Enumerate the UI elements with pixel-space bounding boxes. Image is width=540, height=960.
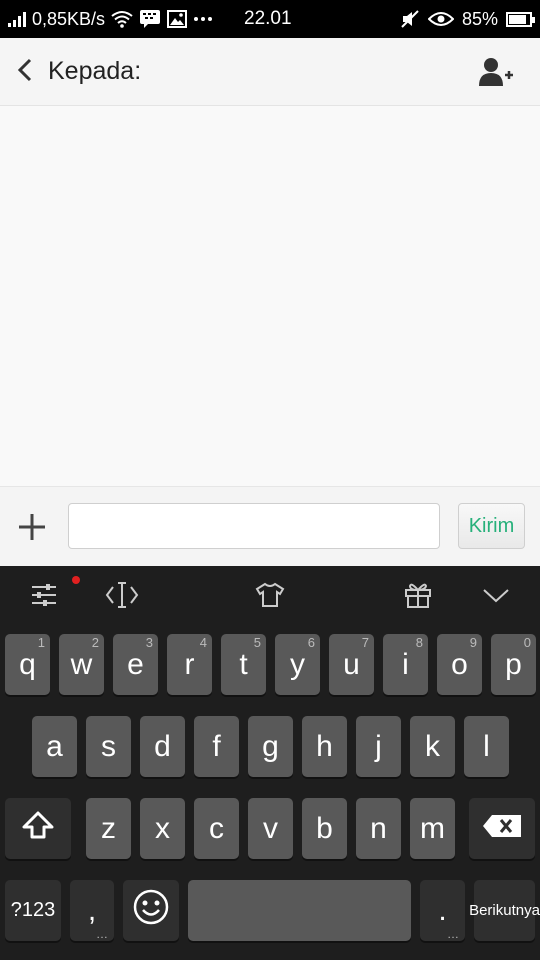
key-l[interactable]: l (464, 716, 509, 777)
recipient-label[interactable]: Kepada: (48, 57, 141, 86)
key-y[interactable]: y6 (275, 634, 320, 695)
key-j[interactable]: j (356, 716, 401, 777)
backspace-key[interactable] (469, 798, 535, 859)
send-button[interactable]: Kirim (458, 503, 525, 549)
key-o[interactable]: o9 (437, 634, 482, 695)
key-t[interactable]: t5 (221, 634, 266, 695)
key-s[interactable]: s (86, 716, 131, 777)
notification-dot (72, 576, 80, 584)
key-n[interactable]: n (356, 798, 401, 859)
eye-icon (427, 11, 454, 27)
key-g[interactable]: g (248, 716, 293, 777)
status-right: 85% (400, 0, 535, 38)
hide-keyboard-icon (482, 587, 510, 608)
shift-icon (21, 810, 55, 848)
mute-icon (400, 9, 420, 29)
chevron-left-icon (17, 58, 33, 87)
battery-percent: 85% (461, 8, 498, 29)
period-key[interactable]: .… (420, 880, 465, 941)
add-contact-button[interactable] (478, 56, 514, 88)
key-h[interactable]: h (302, 716, 347, 777)
key-b[interactable]: b (302, 798, 347, 859)
key-q[interactable]: q1 (5, 634, 50, 695)
status-bar: 0,85KB/s 22.01 85% (0, 0, 540, 38)
gift-button[interactable] (400, 580, 436, 614)
key-i[interactable]: i8 (383, 634, 428, 695)
message-thread-area (0, 106, 540, 486)
key-m[interactable]: m (410, 798, 455, 859)
next-key[interactable]: Berikutnya (469, 880, 540, 941)
theme-button[interactable] (252, 580, 288, 614)
comma-key[interactable]: ,… (70, 880, 114, 941)
key-u[interactable]: u7 (329, 634, 374, 695)
compose-bar: Kirim (0, 486, 540, 566)
battery-fill (509, 14, 526, 24)
key-p[interactable]: p0 (491, 634, 536, 695)
keyboard: q1 w2 e3 r4 t5 y6 u7 i8 o9 p0 a s d f g … (0, 566, 540, 960)
key-e[interactable]: e3 (113, 634, 158, 695)
key-v[interactable]: v (248, 798, 293, 859)
keyboard-toolbar (0, 566, 540, 628)
smiley-icon (133, 889, 169, 933)
add-contact-icon (478, 58, 514, 92)
network-speed: 0,85KB/s (32, 8, 106, 29)
key-c[interactable]: c (194, 798, 239, 859)
key-w[interactable]: w2 (59, 634, 104, 695)
signal-icon (8, 11, 26, 27)
plus-icon (16, 514, 48, 547)
cursor-control-button[interactable] (104, 580, 140, 614)
image-icon (167, 10, 188, 28)
gift-icon (403, 581, 433, 614)
space-key[interactable] (188, 880, 411, 941)
emoji-key[interactable] (123, 880, 179, 941)
key-d[interactable]: d (140, 716, 185, 777)
battery-icon (506, 11, 535, 27)
wifi-icon (111, 10, 133, 28)
attach-button[interactable] (16, 511, 48, 543)
status-left: 0,85KB/s (8, 0, 213, 38)
hide-keyboard-button[interactable] (478, 580, 514, 614)
clock: 22.01 (244, 8, 292, 29)
back-button[interactable] (10, 54, 40, 90)
key-a[interactable]: a (32, 716, 77, 777)
key-x[interactable]: x (140, 798, 185, 859)
cursor-icon (105, 581, 139, 614)
more-icon (193, 16, 213, 22)
recipient-header: Kepada: (0, 38, 540, 106)
theme-shirt-icon (255, 582, 285, 613)
symbols-key[interactable]: ?123 (5, 880, 61, 941)
shift-key[interactable] (5, 798, 71, 859)
settings-sliders-icon (30, 582, 58, 613)
bbm-icon (139, 9, 161, 29)
key-r[interactable]: r4 (167, 634, 212, 695)
backspace-icon (482, 812, 522, 846)
key-k[interactable]: k (410, 716, 455, 777)
keyboard-settings-button[interactable] (26, 580, 62, 614)
key-z[interactable]: z (86, 798, 131, 859)
key-f[interactable]: f (194, 716, 239, 777)
message-input[interactable] (68, 503, 440, 549)
